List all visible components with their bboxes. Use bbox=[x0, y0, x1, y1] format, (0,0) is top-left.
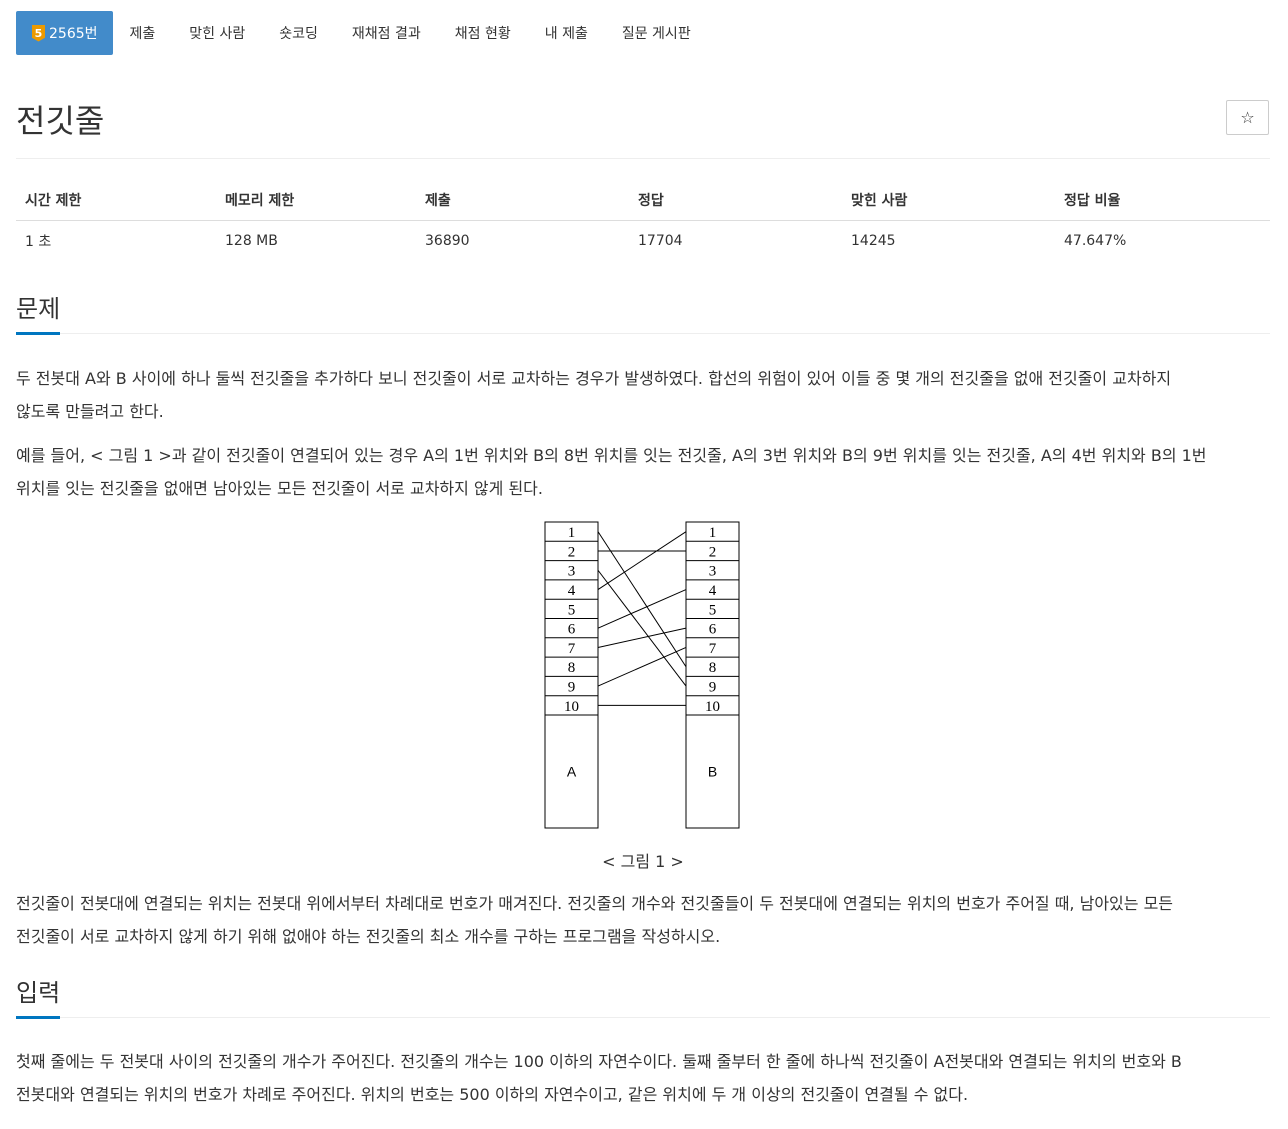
header-accepted: 정답 bbox=[629, 180, 842, 221]
pole-a-slot-label: 3 bbox=[568, 564, 576, 580]
header-memory-limit: 메모리 제한 bbox=[216, 180, 416, 221]
pole-a-slot-label: 2 bbox=[568, 544, 576, 560]
paragraph-line: 두 전봇대 A와 B 사이에 하나 둘씩 전깃줄을 추가하다 보니 전깃줄이 서… bbox=[16, 369, 1172, 388]
value-solved-users: 14245 bbox=[851, 233, 896, 249]
wire-line bbox=[597, 569, 687, 687]
description-heading: 문제 bbox=[16, 295, 61, 323]
paragraph-line: 전깃줄이 서로 교차하지 않게 하기 위해 없애야 하는 전깃줄의 최소 개수를… bbox=[16, 927, 721, 946]
paragraph-line: 전깃줄이 전봇대에 연결되는 위치는 전봇대 위에서부터 차례대로 번호가 매겨… bbox=[16, 894, 1174, 913]
value-accept-ratio: 47.647% bbox=[1064, 233, 1127, 249]
pole-a-slot-label: 4 bbox=[568, 583, 576, 599]
tab-problem[interactable]: 5 2565번 bbox=[16, 11, 113, 55]
description-header: 문제 bbox=[16, 293, 1270, 335]
tab-solved-users[interactable]: 맞힌 사람 bbox=[172, 11, 262, 55]
pole-a-label: A bbox=[567, 764, 577, 780]
wire-line bbox=[597, 589, 687, 629]
problem-description-section: 문제 bbox=[16, 293, 1270, 335]
description-paragraph-1: 두 전봇대 A와 B 사이에 하나 둘씩 전깃줄을 추가하다 보니 전깃줄이 서… bbox=[16, 362, 1270, 428]
pole-b-slot-label: 8 bbox=[709, 660, 717, 676]
pole-b-slot-label: 10 bbox=[705, 699, 720, 715]
pole-b-slot-label: 1 bbox=[709, 525, 717, 541]
pole-a-slot-label: 8 bbox=[568, 660, 576, 676]
pole-b-slot-label: 6 bbox=[709, 622, 717, 638]
pole-a-slot-label: 1 bbox=[568, 525, 576, 541]
paragraph-line: 예를 들어, < 그림 1 >과 같이 전깃줄이 연결되어 있는 경우 A의 1… bbox=[16, 446, 1207, 465]
pole-b-slot-label: 3 bbox=[709, 564, 717, 580]
pole-b-slot-label: 2 bbox=[709, 544, 717, 560]
pole-b-slot-label: 9 bbox=[709, 679, 717, 695]
wire-line bbox=[597, 531, 687, 590]
tab-judge-status[interactable]: 채점 현황 bbox=[438, 11, 528, 55]
title-divider bbox=[16, 158, 1270, 159]
figure-caption: < 그림 1 > bbox=[602, 852, 684, 871]
value-accepted: 17704 bbox=[638, 233, 683, 249]
paragraph-line: 전봇대와 연결되는 위치의 번호가 차례로 주어진다. 위치의 번호는 500 … bbox=[16, 1085, 969, 1104]
tab-problem-label: 2565번 bbox=[49, 26, 98, 42]
tab-my-submissions[interactable]: 내 제출 bbox=[528, 11, 605, 55]
heading-underline bbox=[16, 1016, 60, 1019]
pole-a-slot-label: 9 bbox=[568, 679, 576, 695]
problem-info-table: 시간 제한 메모리 제한 제출 정답 맞힌 사람 정답 비율 1 초 128 M… bbox=[16, 180, 1270, 261]
tab-submit[interactable]: 제출 bbox=[113, 11, 173, 55]
tab-rejudge-results[interactable]: 재채점 결과 bbox=[335, 11, 438, 55]
input-section: 입력 bbox=[16, 977, 1270, 1019]
value-submissions: 36890 bbox=[425, 233, 470, 249]
star-icon: ☆ bbox=[1240, 108, 1255, 127]
pole-a-slot-label: 6 bbox=[568, 622, 576, 638]
wire-line bbox=[597, 531, 687, 668]
pole-b-slot-label: 5 bbox=[709, 602, 717, 618]
pole-b-label: B bbox=[708, 764, 717, 780]
table-row: 1 초 128 MB 36890 17704 14245 47.647% bbox=[16, 221, 1270, 262]
page-title: 전깃줄 bbox=[16, 102, 105, 140]
wire-line bbox=[597, 627, 687, 648]
description-paragraph-2: 예를 들어, < 그림 1 >과 같이 전깃줄이 연결되어 있는 경우 A의 1… bbox=[16, 439, 1270, 505]
wire-diagram: 1 2 3 4 5 6 7 8 9 10 A 1 2 3 4 5 6 7 8 9 10 B bbox=[544, 521, 740, 829]
favorite-button[interactable]: ☆ bbox=[1226, 100, 1269, 135]
heading-underline bbox=[16, 332, 60, 335]
tier-badge-icon: 5 bbox=[32, 24, 45, 42]
pole-a-slot-label: 7 bbox=[568, 641, 576, 657]
pole-b-slot-label: 7 bbox=[709, 641, 717, 657]
input-header: 입력 bbox=[16, 977, 1270, 1019]
tab-question-board[interactable]: 질문 게시판 bbox=[605, 11, 708, 55]
paragraph-line: 첫째 줄에는 두 전봇대 사이의 전깃줄의 개수가 주어진다. 전깃줄의 개수는… bbox=[16, 1052, 1182, 1071]
pole-a-slot-label: 10 bbox=[564, 699, 579, 715]
value-time-limit: 1 초 bbox=[25, 234, 52, 250]
tab-short-coding[interactable]: 숏코딩 bbox=[262, 11, 335, 55]
paragraph-line: 않도록 만들려고 한다. bbox=[16, 402, 164, 421]
pole-b-slot-label: 4 bbox=[709, 583, 717, 599]
header-accept-ratio: 정답 비율 bbox=[1055, 180, 1270, 221]
value-memory-limit: 128 MB bbox=[225, 233, 278, 249]
wire-line bbox=[597, 646, 687, 687]
description-paragraph-3: 전깃줄이 전봇대에 연결되는 위치는 전봇대 위에서부터 차례대로 번호가 매겨… bbox=[16, 887, 1270, 953]
header-solved-users: 맞힌 사람 bbox=[842, 180, 1055, 221]
problem-nav-tabs: 5 2565번 제출 맞힌 사람 숏코딩 재채점 결과 채점 현황 내 제출 질… bbox=[16, 11, 708, 55]
table-header-row: 시간 제한 메모리 제한 제출 정답 맞힌 사람 정답 비율 bbox=[16, 180, 1270, 221]
paragraph-line: 위치를 잇는 전깃줄을 없애면 남아있는 모든 전깃줄이 서로 교차하지 않게 … bbox=[16, 479, 543, 498]
header-time-limit: 시간 제한 bbox=[16, 180, 216, 221]
header-submissions: 제출 bbox=[416, 180, 629, 221]
input-paragraph: 첫째 줄에는 두 전봇대 사이의 전깃줄의 개수가 주어진다. 전깃줄의 개수는… bbox=[16, 1045, 1270, 1111]
pole-a-slot-label: 5 bbox=[568, 602, 576, 618]
input-heading: 입력 bbox=[16, 979, 61, 1007]
